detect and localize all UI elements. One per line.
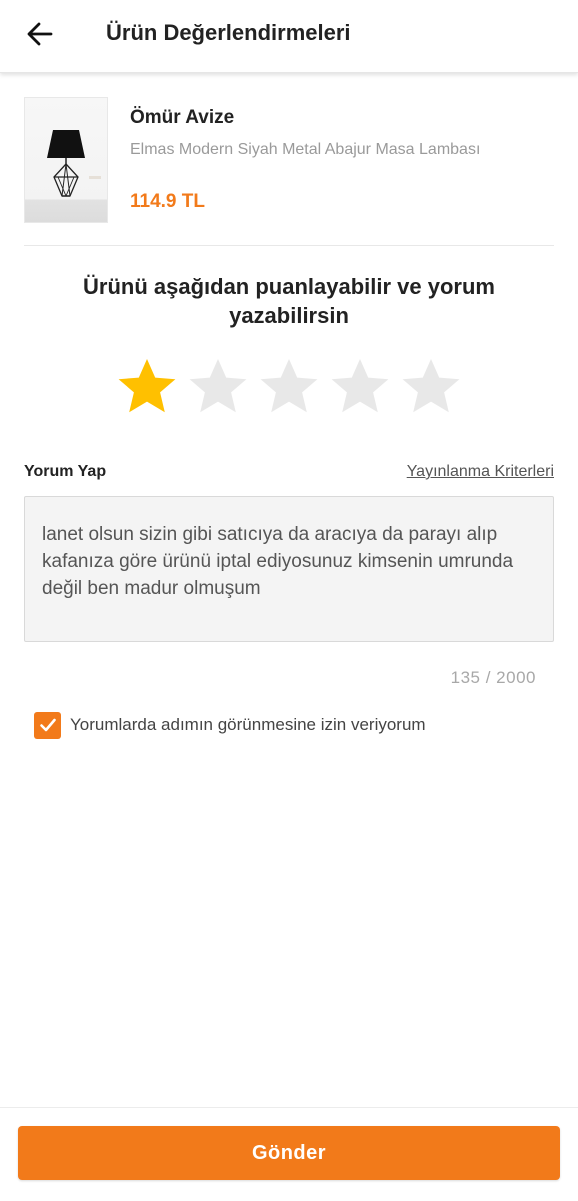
comment-label: Yorum Yap [24,463,107,480]
product-image[interactable] [24,97,108,223]
submit-button[interactable]: Gönder [18,1126,560,1180]
product-name: Elmas Modern Siyah Metal Abajur Masa Lam… [130,141,481,158]
star-rating [115,355,470,419]
table-lamp-image [47,130,101,197]
page-title: Ürün Değerlendirmeleri [106,20,351,45]
back-button[interactable] [18,14,62,54]
app-bar: Ürün Değerlendirmeleri [0,0,578,73]
bottom-bar: Gönder [0,1107,578,1201]
consent-checkbox[interactable] [34,711,61,739]
product-price: 114.9 TL [130,191,205,212]
rating-prompt: Ürünü aşağıdan puanlayabilir ve yorum ya… [83,274,495,328]
star-filled-icon[interactable] [115,355,179,419]
star-empty-icon[interactable] [257,355,321,419]
checkmark-icon [39,718,56,732]
comment-input[interactable]: lanet olsun sizin gibi satıcıya da aracı… [24,496,554,642]
arrow-left-icon [27,22,53,46]
divider [24,245,554,246]
consent-label: Yorumlarda adımın görünmesine izin veriy… [70,715,426,734]
star-empty-icon[interactable] [186,355,250,419]
star-empty-icon[interactable] [328,355,392,419]
publishing-criteria-link[interactable]: Yayınlanma Kriterleri [407,463,554,481]
character-counter: 135 / 2000 [450,668,536,687]
star-empty-icon[interactable] [399,355,463,419]
product-card: Ömür Avize Elmas Modern Siyah Metal Abaj… [24,97,554,223]
product-brand: Ömür Avize [130,107,235,128]
name-visibility-consent[interactable]: Yorumlarda adımın görünmesine izin veriy… [34,711,426,739]
